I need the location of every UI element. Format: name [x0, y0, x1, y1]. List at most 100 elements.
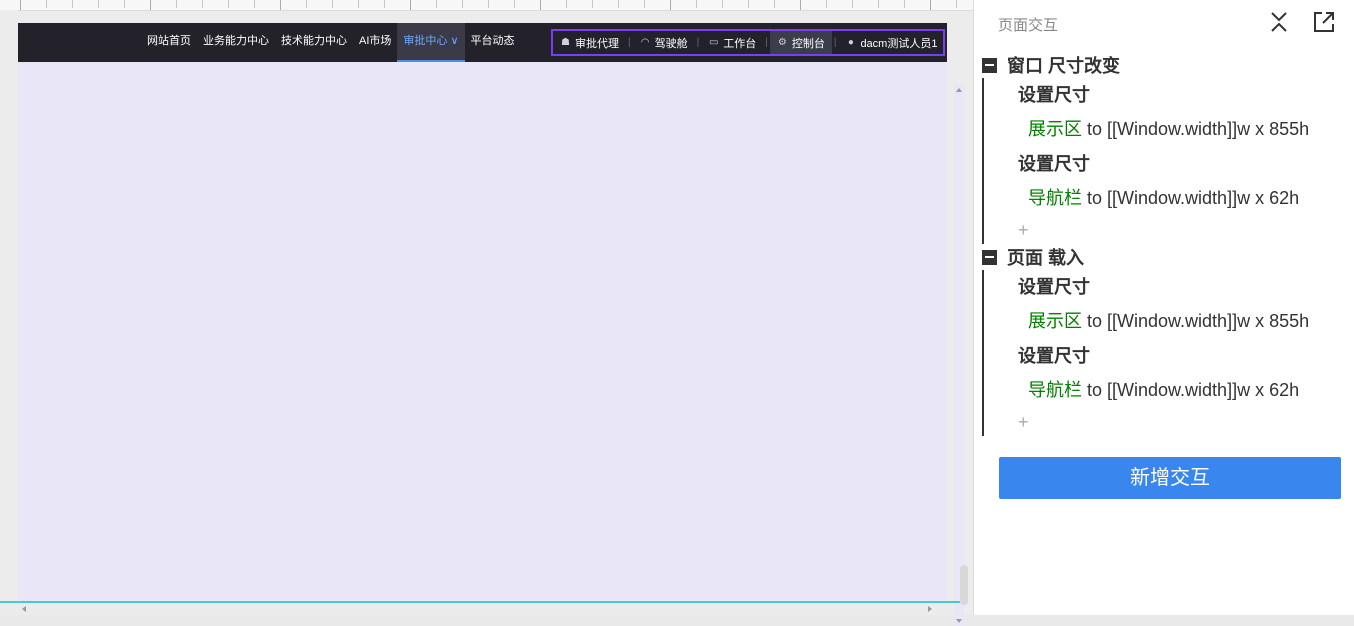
agent-icon: ☗: [561, 37, 570, 48]
nav-workbench-label: 工作台: [723, 37, 757, 50]
collapse-minus-icon[interactable]: [982, 249, 997, 265]
separator: |: [833, 37, 837, 48]
event-page-load[interactable]: 页面 载入: [982, 244, 1352, 270]
nav-cockpit-label: 驾驶舱: [654, 37, 688, 50]
event-actions-group: 设置尺寸 展示区 to [[Window.width]]w x 855h 设置尺…: [982, 270, 1352, 436]
dashboard-icon: ◠: [640, 37, 650, 48]
ruler-tick: [20, 0, 21, 10]
ruler-tick: [566, 0, 567, 8]
nav-link-news[interactable]: 平台动态: [465, 23, 521, 62]
navbar[interactable]: 网站首页 业务能力中心 技术能力中心 AI市场 审批中心 ∨ 平台动态 ☗ 审批…: [18, 23, 947, 62]
nav-console-label: 控制台: [791, 37, 825, 50]
nav-link-approval[interactable]: 审批中心 ∨: [397, 23, 465, 62]
nav-console[interactable]: ⚙ 控制台: [769, 31, 832, 54]
scroll-right-arrow-icon[interactable]: [928, 606, 932, 612]
ruler-tick: [618, 0, 619, 8]
canvas-area[interactable]: 网站首页 业务能力中心 技术能力中心 AI市场 审批中心 ∨ 平台动态 ☗ 审批…: [0, 0, 973, 626]
ruler-tick: [98, 0, 99, 8]
ruler-tick: [514, 0, 515, 8]
target-detail: to [[Window.width]]w x 62h: [1082, 380, 1300, 400]
action-set-size[interactable]: 设置尺寸: [982, 270, 1352, 304]
nav-link-ai-market[interactable]: AI市场: [353, 23, 397, 62]
inner-vertical-scrollbar[interactable]: [954, 85, 964, 626]
panel-title: 页面交互: [998, 17, 1059, 34]
action-target-line[interactable]: 展示区 to [[Window.width]]w x 855h: [982, 112, 1352, 147]
ruler-tick: [150, 0, 151, 10]
ruler-tick: [904, 0, 905, 8]
ruler-tick: [826, 0, 827, 8]
target-widget: 展示区: [1028, 119, 1082, 139]
ruler-tick: [332, 0, 333, 8]
ruler-tick: [124, 0, 125, 8]
add-action-plus-icon[interactable]: +: [982, 408, 1352, 436]
ruler-tick: [540, 0, 541, 10]
target-detail: to [[Window.width]]w x 62h: [1082, 188, 1300, 208]
ruler-tick: [748, 0, 749, 8]
nav-approval-agent-label: 审批代理: [575, 37, 619, 50]
action-target-line[interactable]: 导航栏 to [[Window.width]]w x 62h: [982, 181, 1352, 216]
settings-icon: ⚙: [777, 37, 787, 48]
ruler-tick: [280, 0, 281, 10]
ruler-tick: [254, 0, 255, 8]
nav-link-business[interactable]: 业务能力中心: [197, 23, 275, 62]
ruler-tick: [462, 0, 463, 8]
ruler-tick: [384, 0, 385, 8]
event-actions-group: 设置尺寸 展示区 to [[Window.width]]w x 855h 设置尺…: [982, 78, 1352, 244]
target-widget: 展示区: [1028, 311, 1082, 331]
nav-link-home[interactable]: 网站首页: [141, 23, 197, 62]
left-ruler: [0, 10, 18, 615]
separator: |: [696, 37, 700, 48]
ruler-tick: [800, 0, 801, 10]
horizontal-scrollbar[interactable]: [18, 603, 936, 613]
add-action-plus-icon[interactable]: +: [982, 216, 1352, 244]
ruler-tick: [852, 0, 853, 8]
outer-vertical-scrollbar[interactable]: [960, 565, 968, 605]
nav-user-label: dacm测试人员1: [860, 37, 938, 50]
ruler-tick: [358, 0, 359, 8]
action-set-size[interactable]: 设置尺寸: [982, 78, 1352, 112]
nav-cockpit[interactable]: ◠ 驾驶舱: [633, 31, 695, 54]
nav-link-tech[interactable]: 技术能力中心: [275, 23, 353, 62]
nav-approval-agent[interactable]: ☗ 审批代理: [553, 31, 626, 54]
ruler-tick: [176, 0, 177, 8]
action-set-size[interactable]: 设置尺寸: [982, 339, 1352, 373]
monitor-icon: ▭: [708, 37, 719, 48]
ruler-tick: [644, 0, 645, 8]
event-label: 窗口 尺寸改变: [1007, 56, 1121, 76]
ruler-tick: [306, 0, 307, 8]
ruler-tick: [696, 0, 697, 8]
interaction-tree: 窗口 尺寸改变 设置尺寸 展示区 to [[Window.width]]w x …: [982, 52, 1352, 436]
separator: |: [628, 37, 631, 48]
scroll-up-arrow-icon[interactable]: [956, 88, 962, 92]
scroll-left-arrow-icon[interactable]: [22, 606, 26, 612]
action-target-line[interactable]: 导航栏 to [[Window.width]]w x 62h: [982, 373, 1352, 408]
nav-right-group[interactable]: ☗ 审批代理 | ◠ 驾驶舱 | ▭ 工作台 | ⚙ 控制台 | ● dacm测…: [551, 29, 945, 56]
ruler-tick: [202, 0, 203, 8]
ruler-tick: [436, 0, 437, 8]
ruler-tick: [72, 0, 73, 8]
ruler-tick: [930, 0, 931, 10]
ruler-tick: [878, 0, 879, 8]
collapse-minus-icon[interactable]: [982, 57, 997, 73]
popout-icon[interactable]: [1312, 10, 1336, 34]
ruler-tick: [956, 0, 957, 8]
action-set-size[interactable]: 设置尺寸: [982, 147, 1352, 181]
user-icon: ●: [847, 37, 854, 48]
scroll-down-arrow-icon[interactable]: [956, 619, 962, 623]
action-target-line[interactable]: 展示区 to [[Window.width]]w x 855h: [982, 304, 1352, 339]
top-ruler: [0, 0, 973, 11]
nav-workbench[interactable]: ▭ 工作台: [701, 31, 763, 54]
target-widget: 导航栏: [1028, 380, 1082, 400]
event-window-resize[interactable]: 窗口 尺寸改变: [982, 52, 1352, 78]
ruler-tick: [46, 0, 47, 8]
ruler-tick: [228, 0, 229, 8]
add-interaction-button[interactable]: 新增交互: [999, 457, 1341, 499]
ruler-tick: [488, 0, 489, 8]
ruler-tick: [722, 0, 723, 8]
collapse-icon[interactable]: [1267, 10, 1291, 34]
target-detail: to [[Window.width]]w x 855h: [1082, 311, 1310, 331]
ruler-tick: [670, 0, 671, 10]
target-widget: 导航栏: [1028, 188, 1082, 208]
nav-user[interactable]: ● dacm测试人员1: [838, 31, 944, 54]
page-canvas[interactable]: 网站首页 业务能力中心 技术能力中心 AI市场 审批中心 ∨ 平台动态 ☗ 审批…: [18, 23, 964, 626]
